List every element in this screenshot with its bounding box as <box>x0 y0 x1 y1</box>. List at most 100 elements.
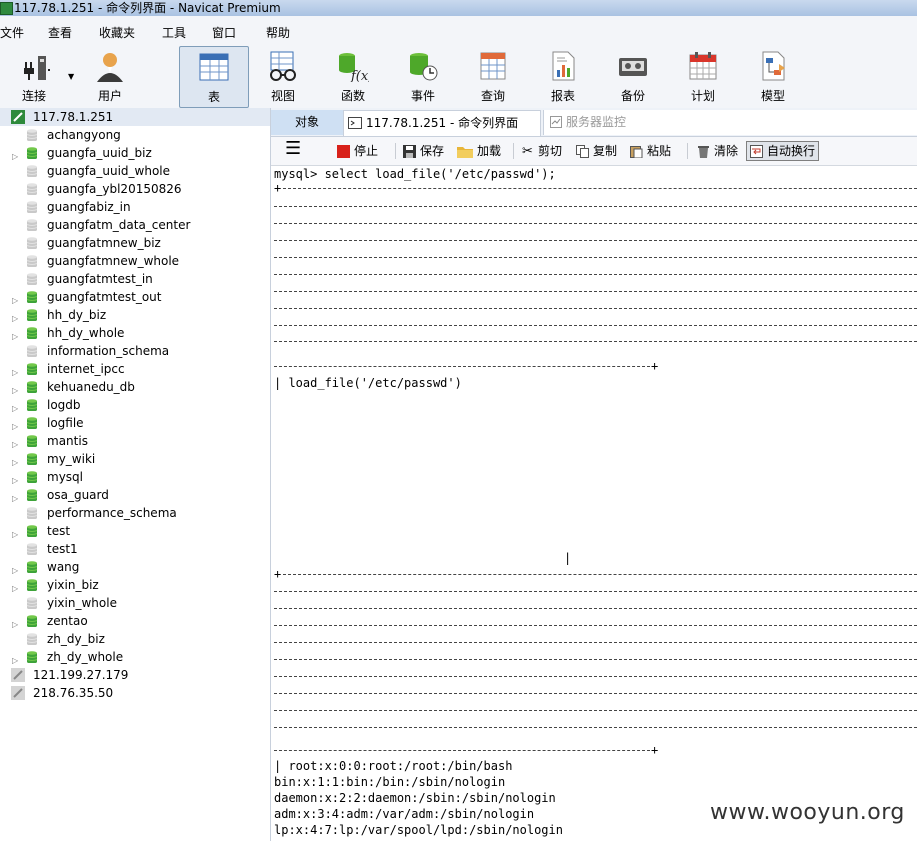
tree-connection-active[interactable]: 117.78.1.251 <box>0 108 270 126</box>
tree-database-item[interactable]: guangfatmnew_biz <box>0 234 270 252</box>
toolbar-schedule-button[interactable]: 计划 <box>671 46 735 106</box>
database-open-icon <box>26 291 38 303</box>
toolbar-model-button[interactable]: 模型 <box>741 46 805 106</box>
user-label: 用户 <box>97 89 122 103</box>
tree-database-item[interactable]: ▷ my_wiki <box>0 450 270 468</box>
result-row: | root:x:0:0:root:/root:/bin/bash <box>274 759 513 773</box>
database-name: logdb <box>47 398 81 412</box>
tree-connection-3[interactable]: 218.76.35.50 <box>0 684 270 702</box>
toolbar-function-button[interactable]: f(x) 函数 <box>321 46 385 106</box>
clear-button[interactable]: 清除 <box>697 142 738 160</box>
tab-objects[interactable]: 对象 <box>271 110 343 135</box>
query-label: 查询 <box>480 89 505 103</box>
tree-database-item[interactable]: ▷ osa_guard <box>0 486 270 504</box>
tree-database-item[interactable]: guangfatm_data_center <box>0 216 270 234</box>
table-border-line <box>274 291 917 292</box>
menu-view[interactable]: 查看 <box>48 24 72 41</box>
tree-database-item[interactable]: ▷ kehuanedu_db <box>0 378 270 396</box>
table-border-line <box>274 591 917 592</box>
toolbar-report-button[interactable]: 报表 <box>531 46 595 106</box>
menu-file[interactable]: 文件 <box>0 24 24 41</box>
tree-database-item[interactable]: ▷ mantis <box>0 432 270 450</box>
table-border-line <box>274 625 917 626</box>
tree-database-item[interactable]: guangfa_uuid_whole <box>0 162 270 180</box>
toolbar-event-button[interactable]: 事件 <box>391 46 455 106</box>
database-open-icon <box>26 651 38 663</box>
tree-database-item[interactable]: ▷ internet_ipcc <box>0 360 270 378</box>
database-name: yixin_biz <box>47 578 99 592</box>
database-open-icon <box>26 363 38 375</box>
tree-database-item[interactable]: guangfabiz_in <box>0 198 270 216</box>
connection-icon <box>11 110 25 124</box>
menu-favorites[interactable]: 收藏夹 <box>99 24 135 41</box>
tree-database-item[interactable]: ▷ guangfa_uuid_biz <box>0 144 270 162</box>
database-closed-icon <box>26 165 38 177</box>
database-open-icon <box>26 147 38 159</box>
cut-button[interactable]: ✂ 剪切 <box>521 142 562 160</box>
schedule-label: 计划 <box>690 89 715 103</box>
tree-database-item[interactable]: ▷ logdb <box>0 396 270 414</box>
tree-connection-2[interactable]: 121.199.27.179 <box>0 666 270 684</box>
tree-database-item[interactable]: guangfatmnew_whole <box>0 252 270 270</box>
tree-database-item[interactable]: achangyong <box>0 126 270 144</box>
menu-window[interactable]: 窗口 <box>212 24 236 41</box>
menu-help[interactable]: 帮助 <box>266 24 290 41</box>
tree-database-item[interactable]: ▷ yixin_biz <box>0 576 270 594</box>
tree-database-item[interactable]: performance_schema <box>0 504 270 522</box>
paste-button[interactable]: 粘贴 <box>630 142 671 160</box>
toolbar-connect-button[interactable]: ▼ 连接 <box>2 46 74 106</box>
tab-command-label: 117.78.1.251 - 命令列界面 <box>366 116 519 130</box>
database-open-icon <box>26 399 38 411</box>
toolbar-user-button[interactable]: 用户 <box>78 46 142 106</box>
load-button[interactable]: 加载 <box>457 142 501 160</box>
copy-button[interactable]: 复制 <box>576 142 617 160</box>
word-wrap-toggle[interactable]: 自动换行 <box>746 141 820 161</box>
save-button[interactable]: 保存 <box>403 142 444 160</box>
database-closed-icon <box>26 345 38 357</box>
command-console[interactable]: mysql> select load_file('/etc/passwd'); … <box>271 166 917 841</box>
query-icon <box>480 52 506 80</box>
tree-database-item[interactable]: information_schema <box>0 342 270 360</box>
tree-database-item[interactable]: ▷ zentao <box>0 612 270 630</box>
database-name: zh_dy_whole <box>47 650 124 664</box>
user-icon <box>97 53 123 82</box>
database-closed-icon <box>26 597 38 609</box>
database-open-icon <box>26 525 38 537</box>
tree-database-item[interactable]: ▷ guangfatmtest_out <box>0 288 270 306</box>
database-name: guangfatmtest_in <box>47 272 153 286</box>
tree-database-item[interactable]: ▷ wang <box>0 558 270 576</box>
window-titlebar: 117.78.1.251 - 命令列界面 - Navicat Premium <box>0 0 917 16</box>
table-border-line <box>274 341 917 342</box>
monitor-icon <box>550 116 562 128</box>
tree-database-item[interactable]: ▷ mysql <box>0 468 270 486</box>
toolbar-table-button[interactable]: 表 <box>179 46 249 108</box>
backup-tape-icon <box>619 58 647 76</box>
tree-database-item[interactable]: guangfa_ybl20150826 <box>0 180 270 198</box>
tree-database-item[interactable]: test1 <box>0 540 270 558</box>
stop-button[interactable]: 停止 <box>337 142 378 160</box>
menu-tools[interactable]: 工具 <box>162 24 186 41</box>
save-disk-icon <box>403 145 416 158</box>
table-border-line <box>283 574 917 575</box>
toolbar-backup-button[interactable]: 备份 <box>601 46 665 106</box>
tree-database-item[interactable]: guangfatmtest_in <box>0 270 270 288</box>
tree-database-item[interactable]: zh_dy_biz <box>0 630 270 648</box>
tree-database-item[interactable]: yixin_whole <box>0 594 270 612</box>
table-border-line <box>274 257 917 258</box>
tree-database-item[interactable]: ▷ logfile <box>0 414 270 432</box>
tree-database-item[interactable]: ▷ hh_dy_biz <box>0 306 270 324</box>
toolbar-query-button[interactable]: 查询 <box>461 46 525 106</box>
menu-hamburger-icon[interactable]: ☰ <box>285 140 301 158</box>
database-name: guangfatm_data_center <box>47 218 191 232</box>
database-name: hh_dy_whole <box>47 326 125 340</box>
paste-label: 粘贴 <box>647 144 672 158</box>
tab-server-monitor[interactable]: 服务器监控 <box>543 110 917 135</box>
connect-dropdown-arrow-icon[interactable]: ▼ <box>68 72 74 81</box>
divider <box>395 143 396 159</box>
toolbar-view-button[interactable]: 视图 <box>251 46 315 106</box>
menu-bar: 文件 查看 收藏夹 工具 窗口 帮助 <box>0 16 917 46</box>
tree-database-item[interactable]: ▷ zh_dy_whole <box>0 648 270 666</box>
tree-database-item[interactable]: ▷ test <box>0 522 270 540</box>
tab-command-line[interactable]: 117.78.1.251 - 命令列界面 <box>343 110 541 136</box>
tree-database-item[interactable]: ▷ hh_dy_whole <box>0 324 270 342</box>
